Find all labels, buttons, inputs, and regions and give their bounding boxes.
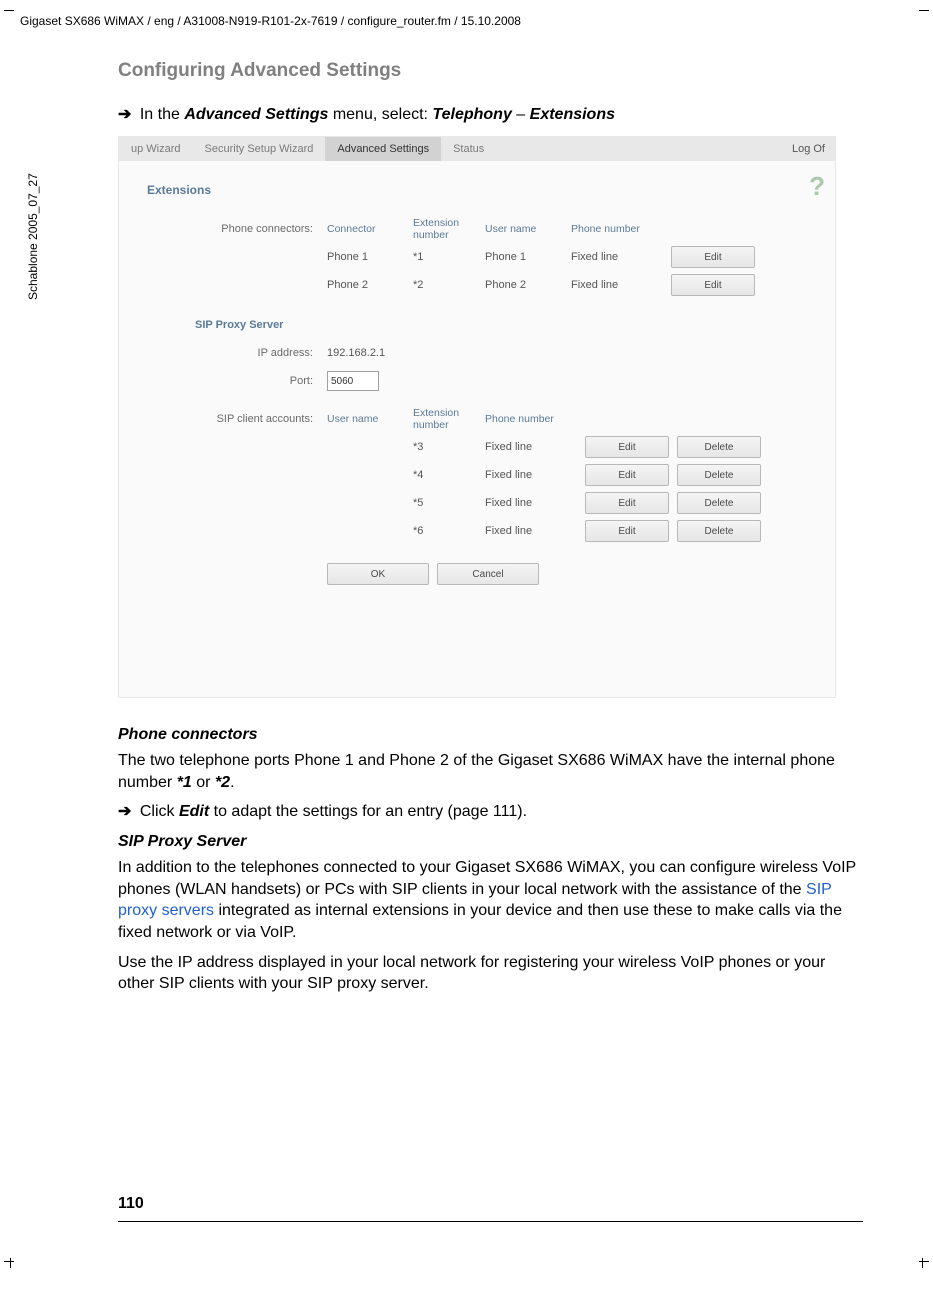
phone-connectors-paragraph: The two telephone ports Phone 1 and Phon…	[118, 750, 863, 793]
ip-address-label: IP address:	[143, 347, 327, 359]
phone-connectors-label: Phone connectors:	[143, 223, 327, 235]
sc-row1-delete-button[interactable]: Delete	[677, 464, 761, 486]
sc-row3-phone: Fixed line	[485, 525, 585, 537]
sc-hdr-phone: Phone number	[485, 413, 585, 425]
tab-status[interactable]: Status	[441, 137, 496, 161]
cancel-button[interactable]: Cancel	[437, 563, 539, 585]
sc-hdr-ext: Extension number	[413, 407, 485, 431]
arrow-icon: ➔	[118, 803, 131, 820]
pc-row1-ext: *2	[413, 279, 485, 291]
router-screenshot: up Wizard Security Setup Wizard Advanced…	[118, 136, 836, 698]
sc-row1-edit-button[interactable]: Edit	[585, 464, 669, 486]
pc-row1-connector: Phone 2	[327, 279, 413, 291]
sc-row0-ext: *3	[413, 441, 485, 453]
pc-row0-user: Phone 1	[485, 251, 571, 263]
intro-bold2: Telephony	[432, 106, 511, 123]
side-template-text: Schablone 2005_07_27	[26, 173, 40, 300]
nav-instruction: ➔ In the Advanced Settings menu, select:…	[118, 104, 863, 124]
tab-security-wizard[interactable]: Security Setup Wizard	[193, 137, 326, 161]
header-path: Gigaset SX686 WiMAX / eng / A31008-N919-…	[20, 14, 521, 28]
panel-heading: Extensions	[147, 183, 811, 197]
sc-row3-edit-button[interactable]: Edit	[585, 520, 669, 542]
section-title: Configuring Advanced Settings	[118, 60, 863, 82]
tab-advanced-settings[interactable]: Advanced Settings	[325, 137, 441, 161]
sc-row0-delete-button[interactable]: Delete	[677, 436, 761, 458]
page-rule	[118, 1221, 863, 1222]
tab-setup-wizard[interactable]: up Wizard	[119, 137, 193, 161]
sip-proxy-paragraph: In addition to the telephones connected …	[118, 857, 863, 943]
sip-clients-label: SIP client accounts:	[143, 413, 327, 425]
sc-row3-delete-button[interactable]: Delete	[677, 520, 761, 542]
phone-connectors-heading: Phone connectors	[118, 726, 863, 744]
intro-dash: –	[512, 106, 530, 123]
ok-button[interactable]: OK	[327, 563, 429, 585]
pc-row1-user: Phone 2	[485, 279, 571, 291]
sc-row1-ext: *4	[413, 469, 485, 481]
port-label: Port:	[143, 375, 327, 387]
intro-bold3: Extensions	[530, 106, 615, 123]
sc-row3-ext: *6	[413, 525, 485, 537]
sc-row2-phone: Fixed line	[485, 497, 585, 509]
pc-row0-connector: Phone 1	[327, 251, 413, 263]
pc-row1-edit-button[interactable]: Edit	[671, 274, 755, 296]
sc-row1-phone: Fixed line	[485, 469, 585, 481]
hdr-user: User name	[485, 223, 571, 235]
sc-hdr-user: User name	[327, 413, 413, 425]
intro-mid: menu, select:	[328, 106, 432, 123]
edit-instruction: ➔ Click Edit to adapt the settings for a…	[118, 801, 863, 821]
pc-row0-phone: Fixed line	[571, 251, 671, 263]
sip-proxy-heading: SIP Proxy Server	[118, 833, 863, 851]
intro-prefix: In the	[140, 106, 184, 123]
topbar: up Wizard Security Setup Wizard Advanced…	[119, 137, 835, 161]
sc-row2-delete-button[interactable]: Delete	[677, 492, 761, 514]
pc-row0-edit-button[interactable]: Edit	[671, 246, 755, 268]
hdr-ext: Extension number	[413, 217, 485, 241]
hdr-phone: Phone number	[571, 223, 671, 235]
ip-address-value: 192.168.2.1	[327, 347, 385, 359]
hdr-connector: Connector	[327, 223, 413, 235]
sc-row0-phone: Fixed line	[485, 441, 585, 453]
help-icon[interactable]: ?	[809, 171, 825, 202]
page-number: 110	[118, 1195, 863, 1213]
arrow-icon: ➔	[118, 106, 131, 123]
sip-proxy-title: SIP Proxy Server	[195, 319, 811, 331]
pc-row0-ext: *1	[413, 251, 485, 263]
sc-row0-edit-button[interactable]: Edit	[585, 436, 669, 458]
log-off-link[interactable]: Log Of	[792, 143, 835, 155]
sc-row2-ext: *5	[413, 497, 485, 509]
port-input[interactable]	[327, 371, 379, 391]
sc-row2-edit-button[interactable]: Edit	[585, 492, 669, 514]
intro-bold1: Advanced Settings	[184, 106, 328, 123]
ip-address-paragraph: Use the IP address displayed in your loc…	[118, 952, 863, 995]
pc-row1-phone: Fixed line	[571, 279, 671, 291]
